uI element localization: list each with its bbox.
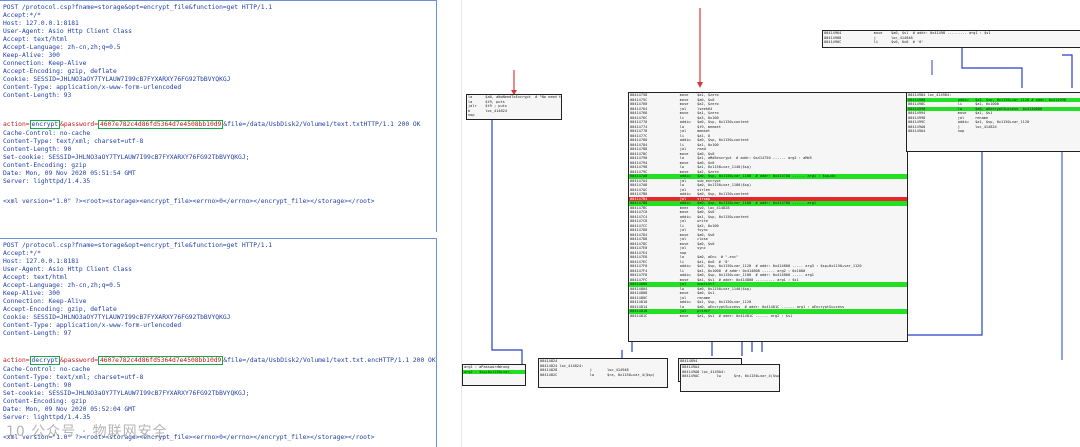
req2-line-6: Keep-Alive: 300 [3, 290, 60, 297]
graph-block-top-right[interactable]: 00414964 move $a0, $s1 # addr: 0x41498 -… [822, 30, 1080, 48]
watermark: 10 公众号 · 物联网安全 [6, 424, 168, 440]
req1-line-8: Accept-Encoding: gzip, deflate [3, 68, 117, 75]
action-prefix: action= [3, 121, 30, 128]
req2-line-11: Content-Length: 97 [3, 330, 72, 337]
req2-line-10: Content-Type: application/x-www-form-url… [3, 322, 182, 329]
password-prefix: &password= [60, 357, 99, 364]
resp1-line-5: Date: Mon, 09 Nov 2020 05:51:54 GMT [3, 170, 136, 177]
disassembly-graph-view[interactable]: 00414964 move $a0, $s1 # addr: 0x41498 -… [461, 0, 1080, 447]
req1-line-9: Cookie: SESSID=JHLNO3aOY7TYLAUW7I99cB7FY… [3, 76, 231, 83]
graph-block-bottom-1[interactable]: 00414824 00414824 loc_414824: 00414828 j… [538, 358, 668, 388]
action-value-highlight: encrypt [29, 120, 61, 129]
password-value-highlight: 4607e782c4d86fd5364d7e4508bb10d9 [98, 120, 224, 129]
req2-line-4: Accept: text/html [3, 274, 68, 281]
resp2-line-1: Content-Type: text/xml; charset=utf-8 [3, 374, 144, 381]
http-log-decrypt: POST /protocol.csp?fname=storage&opt=enc… [0, 238, 437, 447]
req2-line-7: Connection: Keep-Alive [3, 298, 87, 305]
req1-line-5: Accept-Language: zh-cn,zh;q=0.5 [3, 44, 121, 51]
req1-line-11: Content-Length: 93 [3, 92, 72, 99]
file-suffix: &file=/data/UsbDisk2/Volume1/text.txtHTT… [223, 121, 421, 128]
resp2-line-2: Content-Length: 90 [3, 382, 72, 389]
resp1-line-1: Content-Type: text/xml; charset=utf-8 [3, 138, 144, 145]
req2-line-2: Host: 127.0.0.1:8181 [3, 258, 79, 265]
file-suffix: &file=/data/UsbDisk2/Volume1/text.txt.en… [223, 357, 436, 364]
password-prefix: &password= [60, 121, 99, 128]
req2-line-3: User-Agent: Asio Http Client Class [3, 266, 132, 273]
resp1-line-4: Content-Encoding: gzip [3, 162, 87, 169]
graph-block-left[interactable]: la $a0, aNoNeedToEncrypt # "No need to e… [466, 94, 562, 120]
req1-line-4: Accept: text/html [3, 36, 68, 43]
graph-block-main[interactable]: 00414758 move $a1, $zero 0041475C move $… [628, 92, 908, 342]
resp2-line-4: Content-Encoding: gzip [3, 398, 87, 405]
password-value-highlight: 4607e782c4d86fd5364d7e4508bb10d9 [98, 356, 224, 365]
req1-line-7: Connection: Keep-Alive [3, 60, 87, 67]
req1-action-line: action= encrypt &password= 4607e782c4d86fd5… [3, 120, 421, 129]
req2-line-1: Accept:*/* [3, 250, 41, 257]
resp1-line-6: Server: lighttpd/1.4.35 [3, 178, 91, 185]
req2-action-line: action= decrypt &password= 4607e782c4d86fd5… [3, 356, 436, 365]
graph-block-bottom-0[interactable]: arg1 : aPasswordWrong arg2 : $sp+0x1150+… [462, 364, 526, 386]
http-log-encrypt: POST /protocol.csp?fname=storage&opt=enc… [0, 0, 437, 232]
req1-line-6: Keep-Alive: 300 [3, 52, 60, 59]
req1-line-10: Content-Type: application/x-www-form-url… [3, 84, 182, 91]
action-prefix: action= [3, 357, 30, 364]
graph-block-right[interactable]: 00414984 loc_414984: 00414988 addiu $a2,… [906, 92, 1080, 152]
resp2-line-5: Date: Mon, 09 Nov 2020 05:52:04 GMT [3, 406, 136, 413]
req1-line-3: User-Agent: Asio Http Client Class [3, 28, 132, 35]
req2-line-8: Accept-Encoding: gzip, deflate [3, 306, 117, 313]
req2-line-5: Accept-Language: zh-cn,zh;q=0.5 [3, 282, 121, 289]
resp1-line-2: Content-Length: 90 [3, 146, 72, 153]
req1-line-1: Accept:*/* [3, 12, 41, 19]
action-value-highlight: decrypt [29, 356, 61, 365]
resp2-line-0: Cache-Control: no-cache [3, 366, 91, 373]
graph-block-bottom-3[interactable]: 004149A4 004149A8 loc_4149A4: 004149AC l… [680, 364, 780, 392]
resp2-line-3: Set-cookie: SESSID=JHLNO3aOY7TYLAUW7I99c… [3, 390, 250, 397]
req2-line-0: POST /protocol.csp?fname=storage&opt=enc… [3, 242, 273, 249]
resp1-line-3: Set-cookie: SESSID=JHLNO3aOY7TYLAUW7I99c… [3, 154, 250, 161]
req1-line-2: Host: 127.0.0.1:8181 [3, 20, 79, 27]
resp1-xml: <xml version="1.0" ?><root><storage><enc… [3, 198, 375, 205]
resp1-line-0: Cache-Control: no-cache [3, 130, 91, 137]
req1-line-0: POST /protocol.csp?fname=storage&opt=enc… [3, 4, 273, 11]
req2-line-9: Cookie: SESSID=JHLNO3aOY7TYLAUW7I99cB7FY… [3, 314, 231, 321]
